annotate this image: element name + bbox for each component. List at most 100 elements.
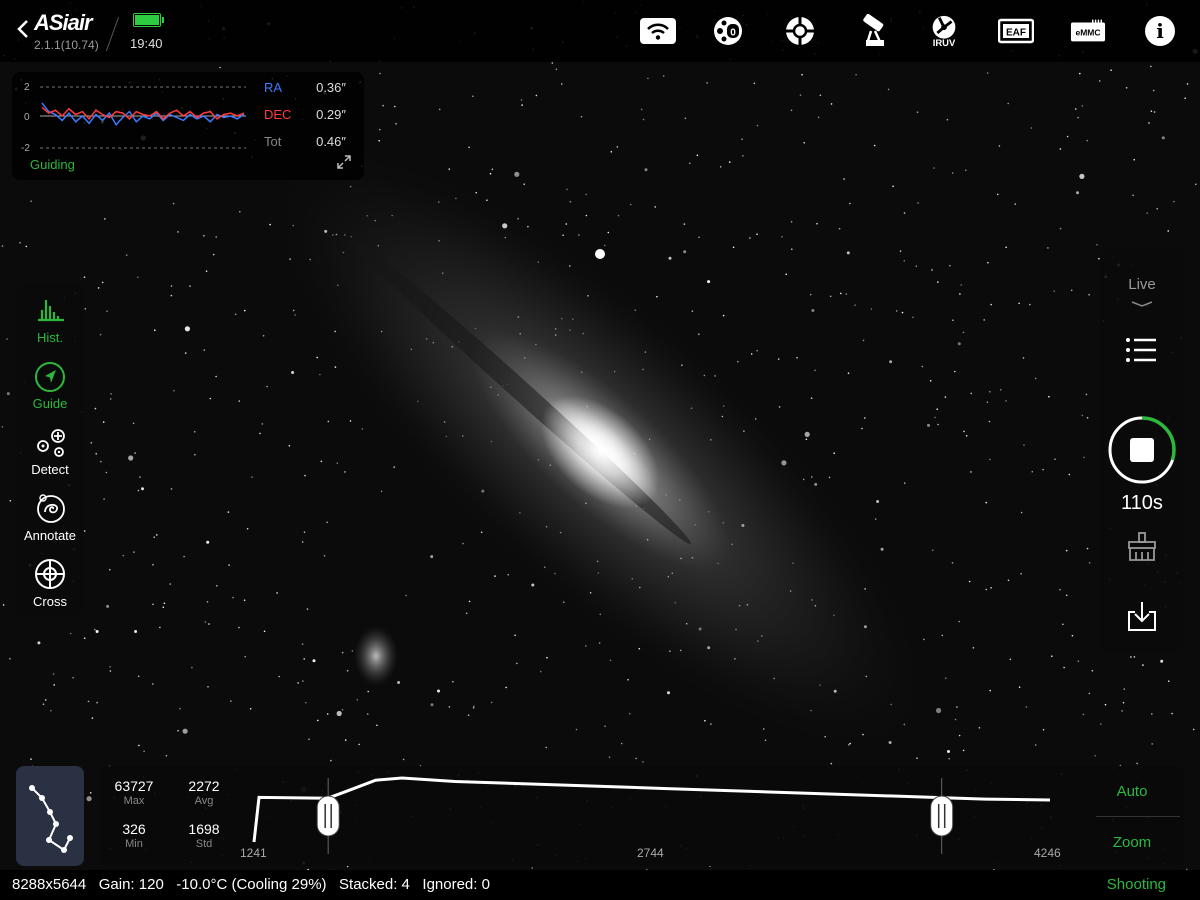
star: [1091, 669, 1094, 672]
star: [903, 260, 906, 262]
star: [228, 564, 230, 566]
star: [756, 124, 759, 127]
star: [6, 392, 10, 396]
star: [741, 138, 743, 140]
star: [958, 620, 960, 623]
guide-tool[interactable]: Guide: [16, 354, 84, 420]
chevron-down-icon[interactable]: [1130, 300, 1154, 308]
star: [610, 151, 613, 153]
hist-tool[interactable]: Hist.: [16, 288, 84, 354]
star: [97, 287, 100, 289]
star: [1167, 230, 1169, 232]
star: [393, 466, 396, 468]
star: [838, 227, 841, 230]
top-bar: ASiair 2.1.1(10.74) 19:40 0 IRUV EAF eMM…: [0, 0, 1200, 62]
star: [531, 867, 533, 869]
clear-brush-icon[interactable]: [1126, 532, 1158, 562]
emmc-icon[interactable]: eMMC: [1070, 14, 1106, 48]
star: [437, 689, 440, 693]
star: [989, 458, 991, 461]
star: [1014, 203, 1017, 205]
cross-tool[interactable]: Cross: [16, 552, 84, 618]
star: [1083, 456, 1085, 459]
detect-tool[interactable]: Detect: [16, 420, 84, 486]
list-menu-icon[interactable]: [1124, 336, 1158, 364]
star: [889, 360, 893, 364]
star: [962, 331, 965, 334]
star: [227, 511, 230, 513]
capture-info: 8288x5644 Gain: 120 -10.0°C (Cooling 29%…: [12, 876, 490, 893]
satellite-galaxy: [354, 626, 398, 686]
star: [895, 310, 898, 312]
star: [667, 691, 670, 695]
wifi-icon[interactable]: [640, 14, 676, 48]
star: [1030, 127, 1033, 129]
info-icon[interactable]: i: [1142, 14, 1178, 48]
ra-label: RA: [264, 80, 283, 95]
star: [903, 212, 906, 214]
clock: 19:40: [130, 36, 163, 51]
star: [1022, 357, 1025, 359]
white-point-slider-handle[interactable]: [930, 795, 954, 837]
star: [170, 294, 173, 297]
star: [89, 792, 92, 794]
zoom-button[interactable]: Zoom: [1096, 834, 1168, 851]
back-chevron-icon[interactable]: [16, 18, 30, 40]
star: [1007, 102, 1009, 105]
download-icon[interactable]: [1126, 600, 1158, 632]
star: [1018, 686, 1021, 688]
star: [796, 357, 798, 359]
star: [1085, 393, 1088, 396]
constellation-thumbnail[interactable]: [16, 766, 84, 866]
star: [1123, 688, 1126, 690]
right-control-panel: Live 110s: [1100, 248, 1184, 652]
star: [946, 118, 949, 121]
star: [989, 689, 991, 692]
star: [833, 452, 835, 455]
star: [37, 641, 41, 645]
star: [142, 488, 144, 490]
star: [1051, 655, 1053, 657]
star: [799, 94, 802, 96]
auto-stretch-button[interactable]: Auto: [1096, 783, 1168, 800]
star: [535, 94, 538, 97]
expand-icon[interactable]: [336, 154, 352, 170]
star: [1023, 444, 1025, 446]
star: [929, 380, 932, 382]
star: [316, 356, 319, 359]
black-point-slider-handle[interactable]: [316, 795, 340, 837]
telescope-mount-icon[interactable]: [856, 14, 892, 48]
star: [156, 534, 158, 536]
iruv-icon[interactable]: IRUV: [926, 14, 962, 48]
star: [507, 573, 510, 576]
star: [170, 285, 173, 287]
star: [698, 333, 700, 336]
star: [505, 686, 507, 689]
star: [1130, 656, 1132, 658]
star: [334, 366, 337, 368]
star: [341, 651, 344, 654]
star: [239, 210, 241, 213]
star: [382, 104, 384, 107]
star: [937, 423, 939, 426]
star: [137, 276, 139, 279]
star: [1142, 664, 1144, 666]
star: [963, 430, 965, 433]
star: [262, 335, 265, 337]
guiding-panel[interactable]: 2 0 -2 RA 0.36″ DEC 0.29″ Tot 0.46″ Guid…: [12, 72, 364, 180]
star: [173, 389, 175, 392]
star: [732, 246, 735, 249]
star: [978, 727, 981, 729]
star: [985, 588, 987, 591]
star: [194, 453, 196, 456]
mode-selector[interactable]: Live: [1100, 276, 1184, 293]
eaf-icon[interactable]: EAF: [998, 14, 1034, 48]
star: [962, 749, 965, 752]
star: [165, 754, 168, 757]
filter-wheel-icon[interactable]: 0: [710, 14, 746, 48]
annotate-tool[interactable]: Annotate: [16, 486, 84, 552]
focus-target-icon[interactable]: [782, 14, 818, 48]
stop-capture-button[interactable]: [1106, 414, 1178, 486]
star: [785, 273, 787, 276]
star: [640, 108, 643, 111]
